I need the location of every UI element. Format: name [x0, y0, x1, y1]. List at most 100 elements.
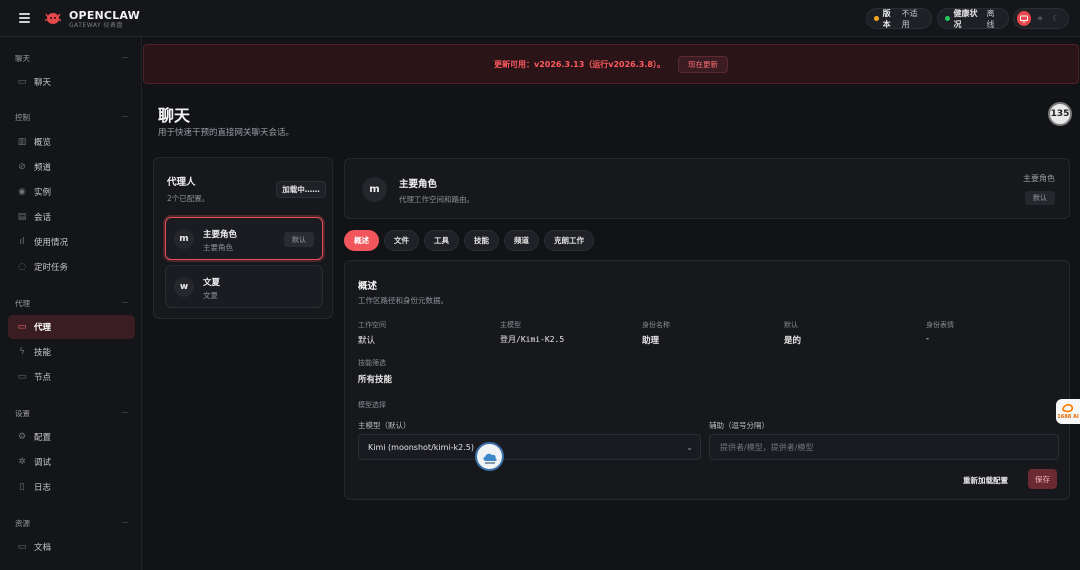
loader-icon: ◌	[18, 262, 26, 272]
agent-tabs: 概述 文件 工具 技能 频道 克朗工作	[344, 230, 599, 251]
field-label-workspace: 工作空间	[358, 321, 386, 329]
avatar: m	[174, 229, 194, 249]
agent-name: 文夏	[203, 278, 221, 288]
sidebar-item-instances[interactable]: ◉ 实例	[8, 180, 135, 204]
sidebar-item-label: 技能	[34, 348, 52, 358]
sidebar-item-overview[interactable]: ▥ 概览	[8, 130, 135, 154]
sidebar-item-logs[interactable]: ▯ 日志	[8, 475, 135, 499]
tab-cron-jobs[interactable]: 克朗工作	[544, 230, 594, 251]
sidebar-section-title: 控制	[15, 113, 30, 122]
default-badge: 默认	[284, 232, 314, 247]
link-icon: ⊘	[18, 162, 26, 172]
model-select-label: 模型选择	[358, 401, 386, 409]
sidebar-item-label: 聊天	[34, 78, 52, 88]
agent-name: 主要角色	[203, 230, 238, 240]
book-icon: ▭	[17, 542, 27, 552]
bar-chart-icon: ▥	[17, 137, 27, 147]
fallback-label: 辅助（逗号分隔）	[709, 421, 769, 430]
page-subtitle: 用于快速干预的直接网关聊天会话。	[158, 128, 295, 138]
log-icon: ▯	[19, 482, 25, 492]
theme-switcher: ☀ ☾	[1013, 8, 1069, 29]
sidebar-item-label: 概览	[34, 138, 52, 148]
agent-card-wenxia[interactable]: w 文夏 文夏	[165, 265, 323, 308]
fallback-models-input[interactable]	[709, 434, 1059, 460]
sidebar-item-channels[interactable]: ⊘ 频道	[8, 155, 135, 179]
primary-model-select[interactable]: Kimi (moonshot/kimi-k2.5) ⌄	[358, 434, 701, 460]
top-bar: OPENCLAW GATEWAY 仪表盘 版本 不适用 健康状况 离线 ☀ ☾	[0, 0, 1080, 37]
sidebar-item-sessions[interactable]: ▤ 会话	[8, 205, 135, 229]
sidebar-section-title: 聊天	[15, 54, 30, 63]
counter-badge[interactable]: 135	[1048, 102, 1072, 126]
health-pill: 健康状况 离线	[937, 8, 1009, 29]
sidebar-item-cron[interactable]: ◌ 定时任务	[8, 255, 135, 279]
collapse-icon[interactable]: —	[122, 53, 129, 61]
floating-assistant-widget[interactable]: 1688 AI	[1056, 399, 1080, 424]
field-label-default: 默认	[784, 321, 798, 329]
tab-files[interactable]: 文件	[384, 230, 419, 251]
collapse-icon[interactable]: —	[122, 298, 129, 306]
sidebar-section-title: 资源	[15, 519, 30, 528]
chat-bubble-icon: ▭	[17, 77, 27, 87]
reload-config-button[interactable]: 重新加载配置	[963, 472, 1008, 488]
sidebar-section-title: 代理	[15, 299, 30, 308]
radio-icon: ◉	[18, 187, 26, 197]
field-label-identity-name: 身份名称	[642, 321, 670, 329]
sidebar-item-usage[interactable]: ıl 使用情况	[8, 230, 135, 254]
collapse-icon[interactable]: —	[122, 112, 129, 120]
version-status-dot	[874, 16, 879, 21]
field-value-identity-emoji: -	[926, 334, 930, 344]
tab-overview[interactable]: 概述	[344, 230, 379, 251]
agent-header-desc: 代理工作空间和路由。	[399, 195, 474, 204]
sidebar-item-label: 配置	[34, 433, 52, 443]
primary-model-selected: Kimi (moonshot/kimi-k2.5)	[368, 443, 474, 452]
skills-filter-value: 所有技能	[358, 375, 393, 385]
gear-icon: ⚙	[17, 432, 27, 442]
overview-title: 概述	[358, 281, 378, 292]
sidebar-section-title: 设置	[15, 409, 30, 418]
sidebar-item-skills[interactable]: ϟ 技能	[8, 340, 135, 364]
page-title: 聊天	[158, 106, 191, 125]
chevron-down-icon: ⌄	[686, 443, 693, 452]
loading-button[interactable]: 加载中……	[276, 181, 326, 198]
cloud-icon[interactable]	[475, 442, 504, 471]
skills-filter-label: 技能筛选	[358, 359, 386, 367]
version-label: 版本	[882, 8, 891, 29]
tab-skills[interactable]: 技能	[464, 230, 499, 251]
menu-icon[interactable]	[19, 13, 30, 23]
version-pill: 版本 不适用	[866, 8, 932, 29]
sidebar-item-docs[interactable]: ▭ 文档	[8, 535, 135, 559]
assistant-logo-icon	[1062, 403, 1074, 413]
primary-model-label: 主模型（默认）	[358, 421, 411, 430]
monitor-icon[interactable]	[1017, 11, 1031, 26]
agent-role: 主要角色	[203, 243, 233, 252]
sidebar-item-agents[interactable]: ▭ 代理	[8, 315, 135, 339]
sidebar-item-nodes[interactable]: ▭ 节点	[8, 365, 135, 389]
field-value-default: 是的	[784, 336, 802, 346]
moon-icon[interactable]: ☾	[1049, 11, 1063, 26]
sun-icon[interactable]: ☀	[1033, 11, 1047, 26]
collapse-icon[interactable]: —	[122, 408, 129, 416]
sidebar-item-debug[interactable]: ✲ 调试	[8, 450, 135, 474]
brand-subtitle: GATEWAY 仪表盘	[69, 22, 124, 29]
update-now-button[interactable]: 现在更新	[677, 55, 728, 73]
agent-header-panel: m 主要角色 代理工作空间和路由。 主要角色 默认	[344, 158, 1070, 219]
tab-channels[interactable]: 频道	[504, 230, 539, 251]
crab-logo-icon	[45, 13, 61, 24]
agents-panel: 代理人 2个已配置。 加载中…… m 主要角色 主要角色 默认 w 文夏 文夏	[153, 157, 333, 319]
overview-subtitle: 工作区路径和身份元数据。	[358, 296, 448, 305]
sidebar-item-config[interactable]: ⚙ 配置	[8, 425, 135, 449]
sidebar-item-label: 会话	[34, 213, 52, 223]
save-button[interactable]: 保存	[1028, 469, 1057, 489]
tab-tools[interactable]: 工具	[424, 230, 459, 251]
overview-panel: 概述 工作区路径和身份元数据。 工作空间 默认 主模型 登月/Kimi-K2.5…	[344, 260, 1070, 500]
collapse-icon[interactable]: —	[122, 518, 129, 526]
agent-card-main[interactable]: m 主要角色 主要角色 默认	[165, 217, 323, 260]
sidebar-item-chat[interactable]: ▭ 聊天	[8, 70, 135, 94]
sidebar-item-label: 调试	[34, 458, 52, 468]
version-value: 不适用	[901, 8, 918, 29]
bug-icon: ✲	[18, 457, 26, 467]
health-label: 健康状况	[953, 8, 978, 29]
field-value-identity-name: 助理	[642, 336, 660, 346]
field-value-primary-model: 登月/Kimi-K2.5	[500, 335, 565, 344]
health-value: 离线	[986, 8, 995, 29]
